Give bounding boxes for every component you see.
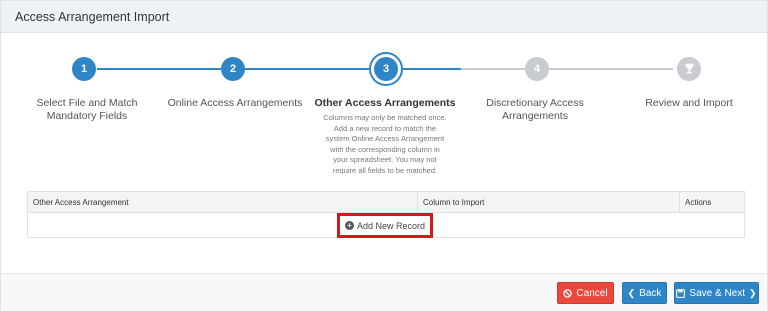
step-5-circle: [677, 57, 701, 81]
step-3-description: Columns may only be matched once. Add a …: [311, 113, 459, 176]
save-icon: [676, 288, 686, 298]
cancel-button[interactable]: Cancel: [557, 282, 614, 304]
step-3-desc-line: with the corresponding column in: [330, 144, 440, 154]
trophy-icon: [684, 63, 694, 74]
back-button[interactable]: ❮ Back: [622, 282, 667, 304]
step-3-desc-line: system Online Access Arrangement: [325, 134, 445, 143]
page-title: Access Arrangement Import: [15, 10, 170, 24]
step-5-label: Review and Import: [645, 97, 733, 109]
step-connector-1: [97, 68, 221, 70]
step-connector-3b: [461, 68, 525, 70]
step-connector-2: [245, 68, 373, 70]
step-3-desc-line: Add a new record to match the: [333, 123, 437, 133]
step-1-circle[interactable]: 1: [72, 57, 96, 81]
plus-circle-icon: +: [344, 221, 354, 230]
step-3-desc-line: require all fields to be matched.: [332, 165, 438, 175]
save-next-button[interactable]: Save & Next ❯: [674, 282, 759, 304]
cancel-label: Cancel: [576, 287, 608, 299]
col-header-other-access: Other Access Arrangement: [33, 198, 129, 207]
back-label: Back: [639, 287, 662, 299]
add-new-record-label: Add New Record: [356, 220, 426, 231]
save-next-label: Save & Next: [689, 287, 746, 299]
step-2-circle[interactable]: 2: [221, 57, 245, 81]
panel-header: Access Arrangement Import: [1, 1, 767, 33]
step-connector-3a: [403, 68, 461, 70]
step-3-desc-line: your spreadsheet. You may not: [333, 155, 437, 164]
col-divider: [679, 192, 680, 213]
table-header-row: Other Access Arrangement Column to Impor…: [28, 192, 744, 213]
col-divider: [417, 192, 418, 213]
ban-icon: [563, 288, 573, 298]
step-3-current[interactable]: 3: [369, 52, 403, 86]
step-4-label: Discretionary Access Arrangements: [475, 97, 595, 123]
step-1-label-line2: Mandatory Fields: [46, 110, 128, 122]
step-4-label-line1: Discretionary Access: [486, 97, 584, 109]
step-4-circle: 4: [525, 57, 549, 81]
step-4-label-line2: Arrangements: [502, 110, 568, 122]
step-3-desc-line: Columns may only be matched once.: [323, 113, 447, 122]
chevron-left-icon: ❮: [627, 287, 636, 298]
col-header-column-to-import: Column to Import: [423, 198, 485, 207]
step-1-label: Select File and Match Mandatory Fields: [27, 97, 147, 123]
step-2-label: Online Access Arrangements: [167, 97, 303, 109]
import-panel: Access Arrangement Import 1 2 3 4 Select…: [0, 0, 768, 311]
add-new-record-button[interactable]: + Add New Record: [337, 213, 433, 238]
step-1-label-line1: Select File and Match: [36, 97, 138, 109]
chevron-right-icon: ❯: [749, 287, 757, 298]
step-3-circle: 3: [374, 57, 398, 81]
col-header-actions: Actions: [685, 198, 712, 207]
step-3-label: Other Access Arrangements: [314, 97, 456, 109]
step-connector-4: [549, 68, 673, 70]
